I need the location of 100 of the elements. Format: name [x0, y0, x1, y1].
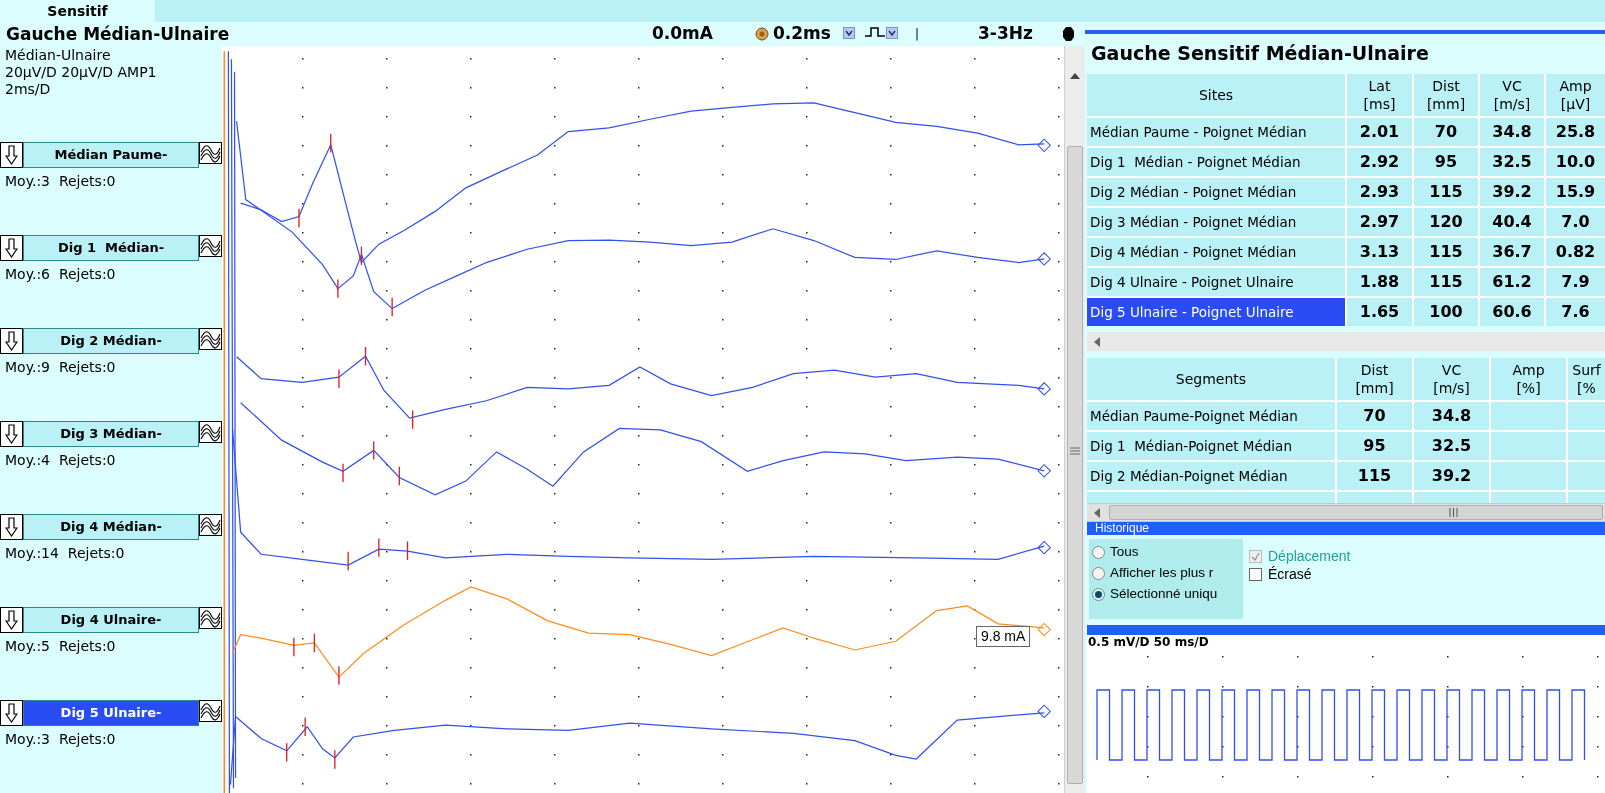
waves-icon[interactable] [199, 514, 222, 536]
table-cell: 100 [1414, 298, 1478, 326]
trace-end-marker-icon[interactable] [1037, 252, 1052, 266]
column-header[interactable]: Amp [%] [1491, 358, 1566, 400]
down-arrow-button[interactable] [0, 607, 23, 633]
latency-marker[interactable] [338, 665, 340, 686]
dropdown-icon[interactable] [843, 27, 855, 39]
latency-marker[interactable] [298, 208, 300, 228]
scrollbar-thumb[interactable] [1067, 146, 1083, 784]
channel-label-button[interactable]: Dig 3 Médian- [23, 421, 199, 447]
latency-marker[interactable] [373, 440, 375, 461]
radio-button[interactable] [1092, 588, 1105, 601]
latency-marker[interactable] [364, 346, 367, 367]
column-header[interactable]: Surf [% [1568, 358, 1605, 400]
scope-scale-label: 0.5 mV/D 50 ms/D [1087, 635, 1210, 650]
site-cell[interactable]: Dig 1 Médian - Poignet Médian [1087, 148, 1345, 176]
latency-marker[interactable] [398, 466, 400, 486]
down-arrow-button[interactable] [0, 421, 23, 447]
trace-end-marker-icon[interactable] [1037, 704, 1052, 719]
table-cell: 120 [1414, 208, 1478, 236]
latency-marker[interactable] [406, 540, 409, 561]
horizontal-scrollbar[interactable] [1087, 332, 1605, 351]
averaging-stats: Moy.:14 Rejets:0 [4, 544, 126, 563]
latency-marker[interactable] [391, 297, 393, 317]
scroll-left-icon[interactable] [1093, 508, 1100, 518]
radio-label[interactable]: Afficher les plus r [1110, 563, 1214, 584]
vertical-scrollbar[interactable] [1064, 46, 1085, 793]
channel-label-button[interactable]: Dig 2 Médian- [23, 328, 199, 354]
down-arrow-button[interactable] [0, 142, 23, 168]
latency-marker[interactable] [313, 632, 316, 653]
grip-icon[interactable] [1070, 447, 1080, 455]
radio-label[interactable]: Tous [1110, 542, 1139, 563]
trace-end-marker-icon[interactable] [1037, 138, 1052, 153]
trace-end-marker-icon[interactable] [1037, 540, 1052, 555]
table-cell: 2.97 [1347, 208, 1412, 236]
down-arrow-button[interactable] [0, 700, 23, 726]
column-header[interactable]: Sites [1087, 74, 1345, 116]
latency-marker[interactable] [330, 133, 332, 154]
trace-end-marker-icon[interactable] [1037, 382, 1052, 396]
stimulus-icon[interactable] [755, 27, 769, 41]
history-title-bar: Historique [1087, 522, 1605, 535]
down-arrow-button[interactable] [0, 235, 23, 261]
checkbox[interactable] [1249, 567, 1262, 581]
latency-marker[interactable] [411, 409, 414, 430]
latency-marker[interactable] [360, 246, 363, 266]
column-header[interactable]: VC [m/s] [1480, 74, 1544, 116]
waves-icon[interactable] [199, 142, 222, 164]
table-cell: 7.6 [1546, 298, 1605, 326]
trace-end-marker-icon[interactable] [1037, 622, 1052, 637]
column-header[interactable]: Lat [ms] [1347, 74, 1412, 116]
site-cell[interactable]: Médian Paume - Poignet Médian [1087, 118, 1345, 146]
waves-icon[interactable] [199, 700, 222, 722]
latency-marker[interactable] [304, 716, 306, 737]
site-cell[interactable]: Dig 5 Ulnaire - Poignet Ulnaire [1087, 298, 1345, 326]
segment-cell: Dig 1 Médian-Poignet Médian [1087, 432, 1335, 460]
table-cell: 39.2 [1480, 178, 1544, 206]
column-header[interactable]: Dist [mm] [1414, 74, 1478, 116]
latency-marker[interactable] [293, 637, 295, 657]
column-header[interactable]: Dist [mm] [1337, 358, 1412, 400]
pulse-icon[interactable] [865, 26, 885, 38]
waves-icon[interactable] [199, 421, 222, 443]
latency-marker[interactable] [286, 742, 288, 763]
channel-label-button[interactable]: Dig 5 Ulnaire- [23, 700, 199, 726]
scroll-up-icon[interactable] [1070, 72, 1080, 79]
column-header[interactable]: VC [m/s] [1414, 358, 1489, 400]
scrollbar-thumb[interactable] [1109, 505, 1603, 520]
scroll-left-icon[interactable] [1093, 336, 1100, 347]
channel-label-button[interactable]: Dig 4 Médian- [23, 514, 199, 540]
dropdown-icon[interactable] [886, 27, 898, 39]
trace-end-marker-icon[interactable] [1037, 464, 1052, 478]
waves-icon[interactable] [199, 235, 222, 257]
tab[interactable]: Sensitif [0, 0, 155, 22]
column-header[interactable]: Amp [µV] [1546, 74, 1605, 116]
averaging-stats: Moy.:9 Rejets:0 [4, 358, 117, 377]
site-cell[interactable]: Dig 3 Médian - Poignet Médian [1087, 208, 1345, 236]
channel-label-button[interactable]: Dig 4 Ulnaire- [23, 607, 199, 633]
current-callout: 9.8 mA [976, 626, 1031, 647]
channel-label-button[interactable]: Dig 1 Médian- [23, 235, 199, 261]
latency-marker[interactable] [347, 551, 349, 571]
table-cell: 15.9 [1546, 178, 1605, 206]
column-header[interactable]: Segments [1087, 358, 1335, 400]
latency-marker[interactable] [337, 278, 339, 299]
site-cell[interactable]: Dig 2 Médian - Poignet Médian [1087, 178, 1345, 206]
grip-icon[interactable] [1449, 508, 1458, 517]
waves-icon[interactable] [199, 328, 222, 350]
radio-label[interactable]: Sélectionné uniqu [1110, 584, 1218, 605]
latency-marker[interactable] [338, 368, 340, 389]
radio-button[interactable] [1092, 567, 1105, 580]
table-cell: 1.88 [1347, 268, 1412, 296]
down-arrow-button[interactable] [0, 514, 23, 540]
site-cell[interactable]: Dig 4 Médian - Poignet Médian [1087, 238, 1345, 266]
waves-icon[interactable] [199, 607, 222, 629]
down-arrow-button[interactable] [0, 328, 23, 354]
latency-marker[interactable] [342, 463, 344, 483]
radio-button[interactable] [1092, 546, 1105, 559]
horizontal-scrollbar[interactable] [1087, 503, 1605, 522]
latency-marker[interactable] [334, 749, 336, 770]
latency-marker[interactable] [378, 537, 380, 558]
channel-label-button[interactable]: Médian Paume- [23, 142, 199, 168]
site-cell[interactable]: Dig 4 Ulnaire - Poignet Ulnaire [1087, 268, 1345, 296]
